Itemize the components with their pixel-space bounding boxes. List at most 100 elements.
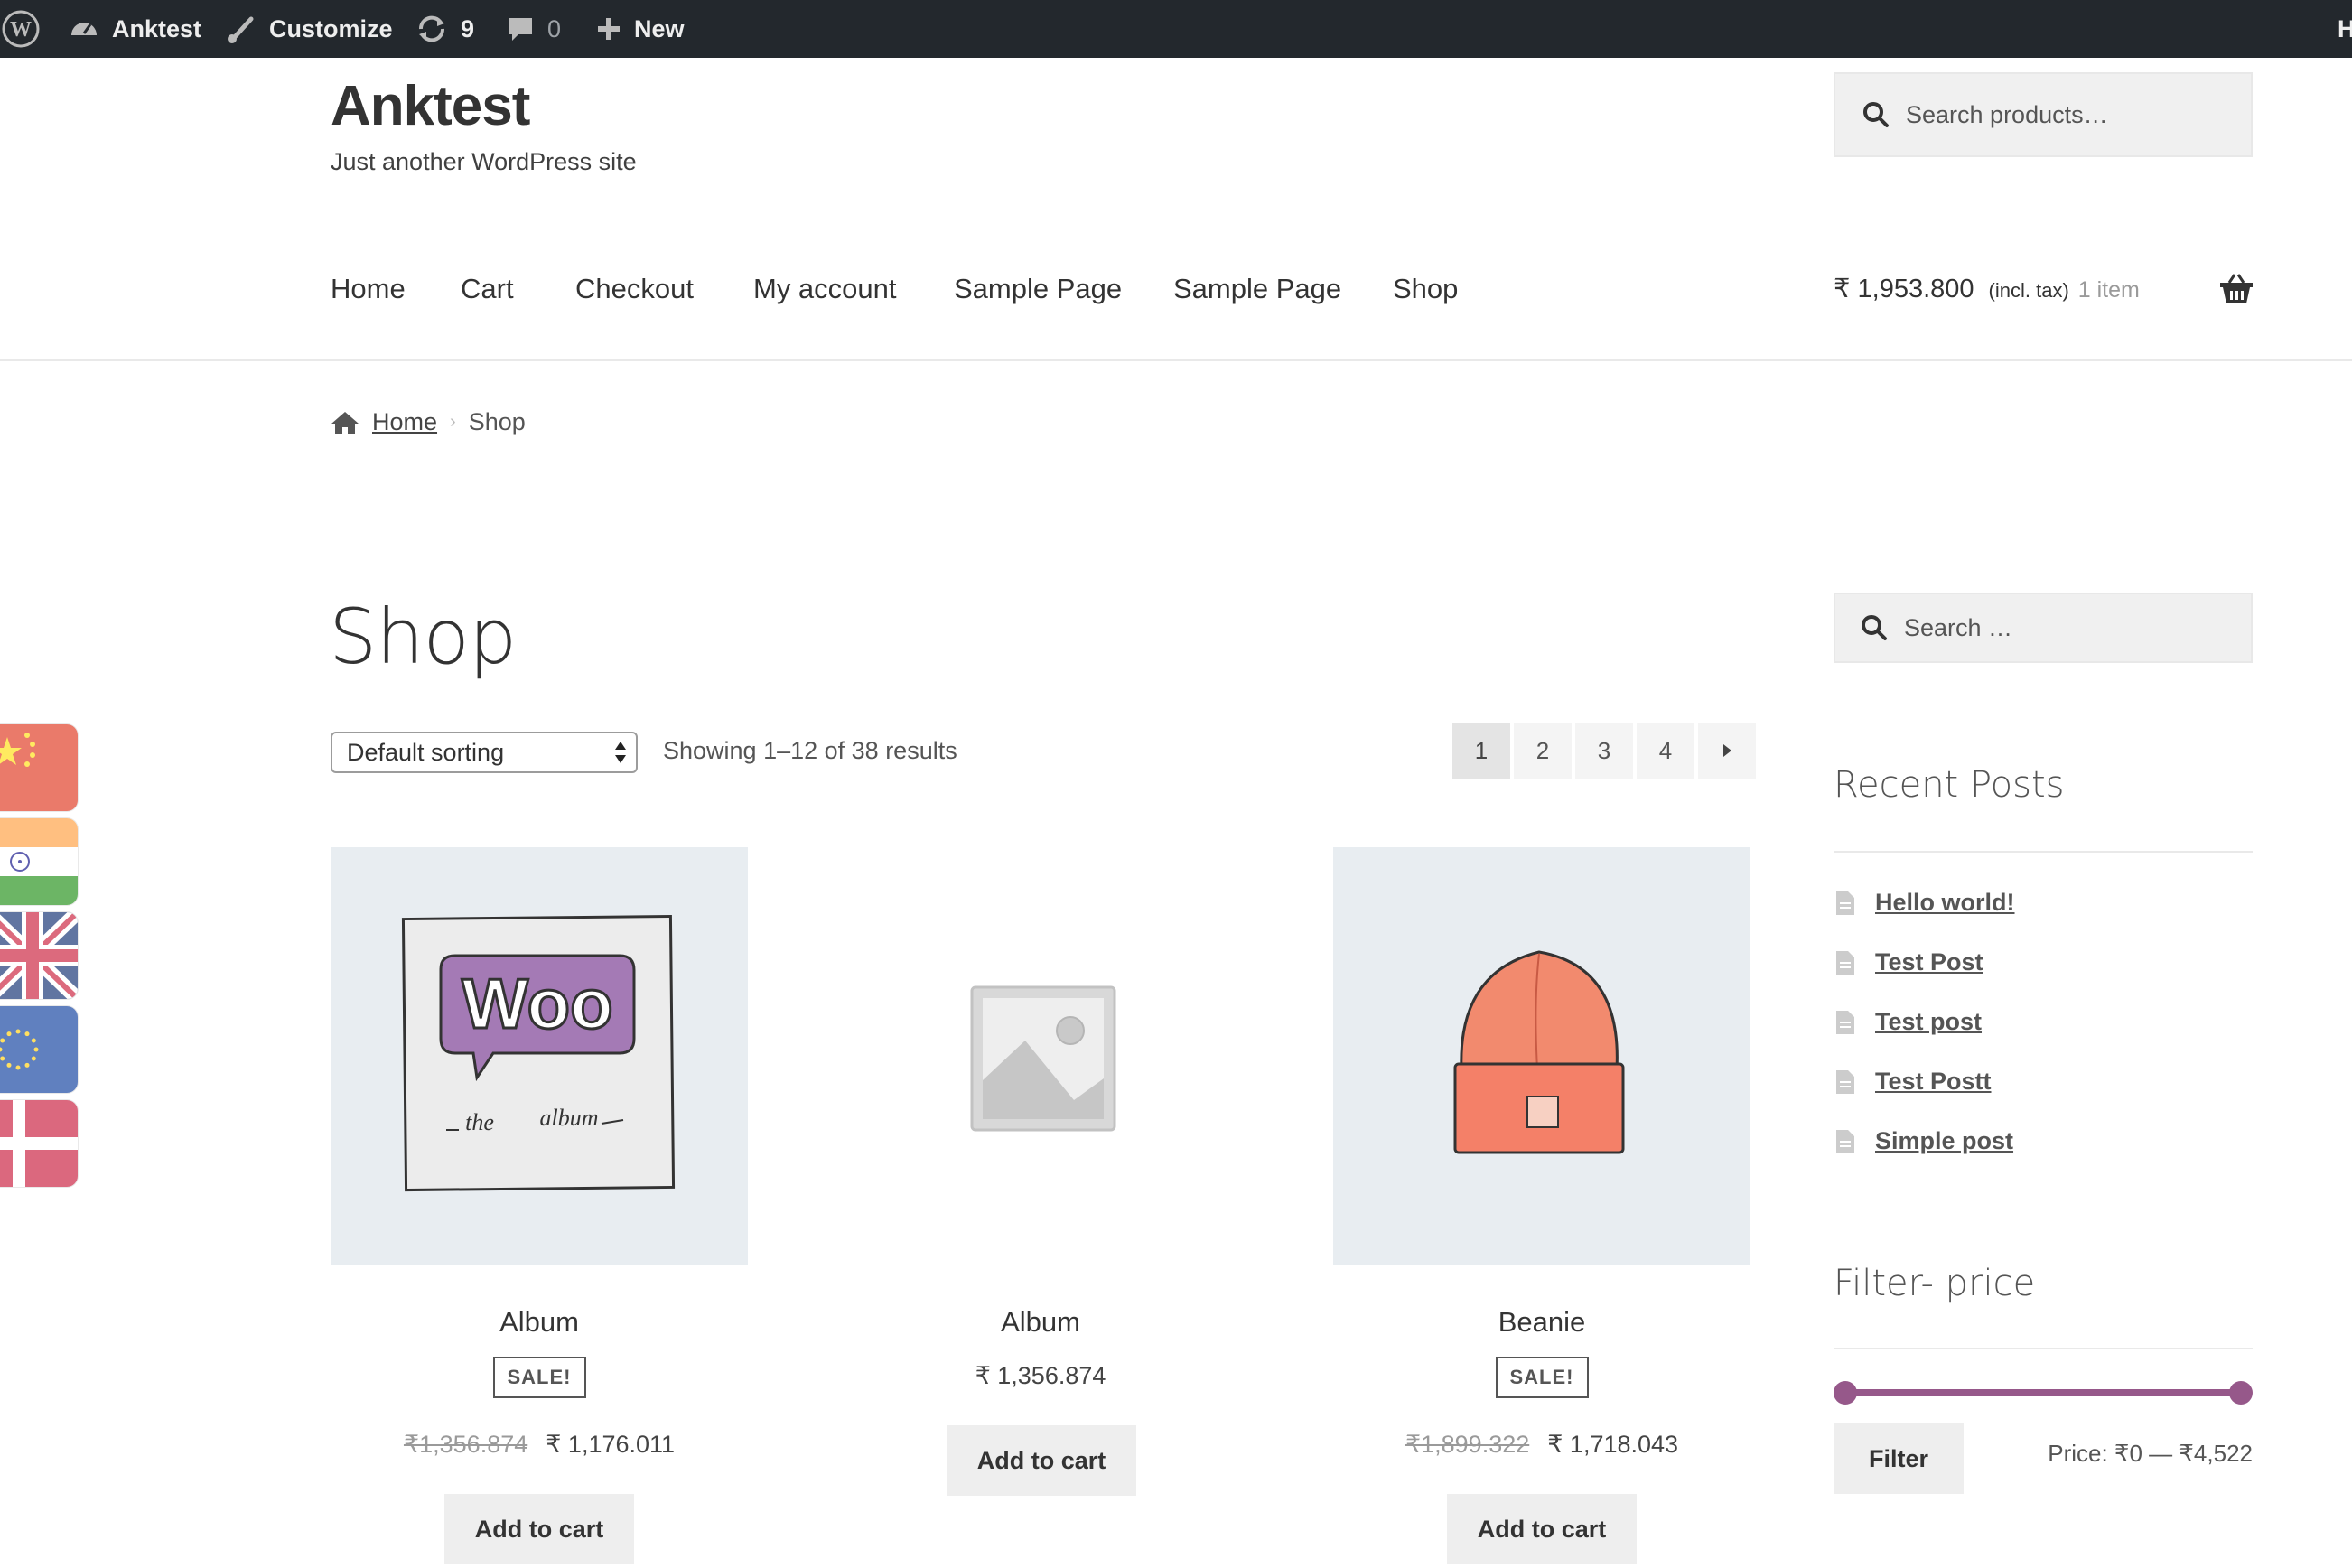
recent-post-title: Hello world! bbox=[1875, 889, 2015, 916]
sidebar-search-input[interactable]: Search … bbox=[1834, 593, 2253, 663]
page-3[interactable]: 3 bbox=[1575, 723, 1633, 779]
eu-star bbox=[0, 1047, 3, 1052]
next-arrow-icon bbox=[1723, 744, 1731, 757]
recent-post-title: Test Postt bbox=[1875, 1068, 1992, 1095]
breadcrumb: Home › Shop bbox=[331, 408, 526, 436]
updates-count: 9 bbox=[461, 14, 475, 42]
search-icon bbox=[1862, 101, 1890, 128]
document-icon bbox=[1836, 1010, 1854, 1034]
nav-item-shop[interactable]: Shop bbox=[1393, 273, 1458, 305]
product-search-input[interactable]: Search products… bbox=[1834, 72, 2253, 157]
comments-link[interactable]: 0 bbox=[506, 0, 561, 58]
nav-item-my-account[interactable]: My account bbox=[753, 273, 897, 305]
updates-link[interactable]: 9 bbox=[415, 0, 474, 58]
product-image-album[interactable]: Woo the album bbox=[331, 847, 748, 1265]
admin-bar-site-link[interactable]: Anktest bbox=[69, 0, 201, 58]
filter-button[interactable]: Filter bbox=[1834, 1423, 1964, 1494]
product-price: ₹1,356.874 ₹ 1,176.011 bbox=[331, 1431, 748, 1459]
sale-badge-wrap: SALE! bbox=[1333, 1357, 1750, 1398]
product-image-placeholder[interactable] bbox=[832, 847, 1249, 1265]
eu-star bbox=[24, 1031, 30, 1037]
uk-flag-icon[interactable] bbox=[0, 912, 78, 999]
admin-bar-site-name: Anktest bbox=[112, 14, 202, 42]
price-slider-min-handle[interactable] bbox=[1834, 1381, 1857, 1405]
cart-item-count: 1 item bbox=[2077, 277, 2140, 303]
header-cart-link[interactable]: ₹ 1,953.800 (incl. tax) 1 item bbox=[1834, 273, 2140, 304]
recent-post-link[interactable]: Test Post bbox=[1835, 948, 1983, 976]
recent-post-link[interactable]: Test post bbox=[1835, 1008, 1982, 1036]
next-page-button[interactable] bbox=[1698, 723, 1756, 779]
sale-price: ₹ 1,718.043 bbox=[1547, 1431, 1679, 1458]
product-price: ₹1,899.322 ₹ 1,718.043 bbox=[1333, 1431, 1750, 1459]
price-slider[interactable] bbox=[1834, 1380, 2253, 1405]
breadcrumb-separator-icon: › bbox=[450, 412, 456, 432]
product-price: ₹ 1,356.874 bbox=[975, 1362, 1106, 1389]
india-flag-icon[interactable] bbox=[0, 818, 78, 905]
breadcrumb-current: Shop bbox=[468, 408, 526, 435]
product-title[interactable]: Album bbox=[832, 1306, 1249, 1339]
nav-item-cart[interactable]: Cart bbox=[461, 273, 514, 305]
add-to-cart-button[interactable]: Add to cart bbox=[444, 1494, 634, 1564]
add-to-cart-button[interactable]: Add to cart bbox=[947, 1425, 1136, 1496]
nav-item-sample-page[interactable]: Sample Page bbox=[954, 273, 1122, 305]
nav-item-home[interactable]: Home bbox=[331, 273, 406, 305]
customize-link[interactable]: Customize bbox=[226, 0, 393, 58]
nav-item-checkout[interactable]: Checkout bbox=[575, 273, 694, 305]
price-slider-max-handle[interactable] bbox=[2229, 1381, 2253, 1405]
page-1[interactable]: 1 bbox=[1452, 723, 1510, 779]
product-search-placeholder: Search products… bbox=[1906, 100, 2108, 128]
eu-flag-icon[interactable] bbox=[0, 1006, 78, 1093]
old-price: ₹1,899.322 bbox=[1405, 1431, 1530, 1458]
document-icon bbox=[1836, 950, 1854, 975]
cart-tax-note: (incl. tax) bbox=[1988, 279, 2069, 302]
sorting-selected-value: Default sorting bbox=[347, 738, 505, 766]
eu-star bbox=[6, 1062, 12, 1068]
results-count: Showing 1–12 of 38 results bbox=[663, 737, 957, 764]
recent-post-title: Test post bbox=[1875, 1008, 1983, 1035]
site-title[interactable]: Anktest bbox=[331, 74, 530, 138]
recent-post-link[interactable]: Simple post bbox=[1835, 1127, 2013, 1155]
eu-star bbox=[31, 1038, 36, 1043]
album-caption-left: the bbox=[465, 1109, 494, 1135]
eu-star bbox=[24, 1062, 30, 1068]
document-icon bbox=[1836, 1129, 1854, 1153]
recent-posts-divider bbox=[1834, 851, 2253, 853]
sorting-select[interactable]: Default sorting bbox=[331, 732, 638, 773]
china-flag-icon[interactable] bbox=[0, 724, 78, 811]
page-4[interactable]: 4 bbox=[1637, 723, 1694, 779]
product-title[interactable]: Beanie bbox=[1333, 1306, 1750, 1339]
document-icon bbox=[1836, 1069, 1854, 1094]
header-divider bbox=[0, 359, 2352, 361]
add-to-cart-button[interactable]: Add to cart bbox=[1447, 1494, 1637, 1564]
denmark-flag-icon[interactable] bbox=[0, 1100, 78, 1187]
comment-bubble-icon bbox=[506, 14, 535, 43]
wordpress-logo-icon[interactable]: W bbox=[0, 0, 42, 58]
eu-star bbox=[31, 1056, 36, 1061]
search-icon bbox=[1861, 614, 1888, 641]
woo-logo-text: Woo bbox=[462, 964, 613, 1043]
nav-item-sample-page-2[interactable]: Sample Page bbox=[1173, 273, 1341, 305]
page-title: Shop bbox=[329, 593, 517, 681]
new-content-link[interactable]: New bbox=[596, 0, 685, 58]
paintbrush-icon bbox=[226, 14, 257, 44]
sale-badge: SALE! bbox=[492, 1357, 586, 1398]
eu-star bbox=[33, 1047, 39, 1052]
image-placeholder-icon bbox=[970, 985, 1116, 1132]
recent-post-title: Test Post bbox=[1875, 948, 1983, 975]
page-2[interactable]: 2 bbox=[1514, 723, 1572, 779]
sale-price: ₹ 1,176.011 bbox=[546, 1431, 676, 1458]
basket-icon[interactable] bbox=[2218, 273, 2254, 310]
recent-post-link[interactable]: Hello world! bbox=[1835, 889, 2015, 917]
admin-bar-account-edge[interactable]: H bbox=[2338, 0, 2352, 58]
select-arrows-icon bbox=[614, 739, 627, 766]
plus-icon bbox=[596, 16, 621, 42]
product-title[interactable]: Album bbox=[331, 1306, 748, 1339]
product-image-beanie[interactable] bbox=[1333, 847, 1750, 1265]
cart-amount: ₹ 1,953.800 bbox=[1834, 275, 1974, 303]
recent-post-link[interactable]: Test Postt bbox=[1835, 1068, 1992, 1096]
recent-post-title: Simple post bbox=[1875, 1127, 2014, 1154]
breadcrumb-home-link[interactable]: Home bbox=[372, 408, 437, 436]
home-icon bbox=[331, 410, 359, 435]
pagination: 1 2 3 4 bbox=[1452, 723, 1756, 779]
new-label: New bbox=[634, 14, 685, 42]
